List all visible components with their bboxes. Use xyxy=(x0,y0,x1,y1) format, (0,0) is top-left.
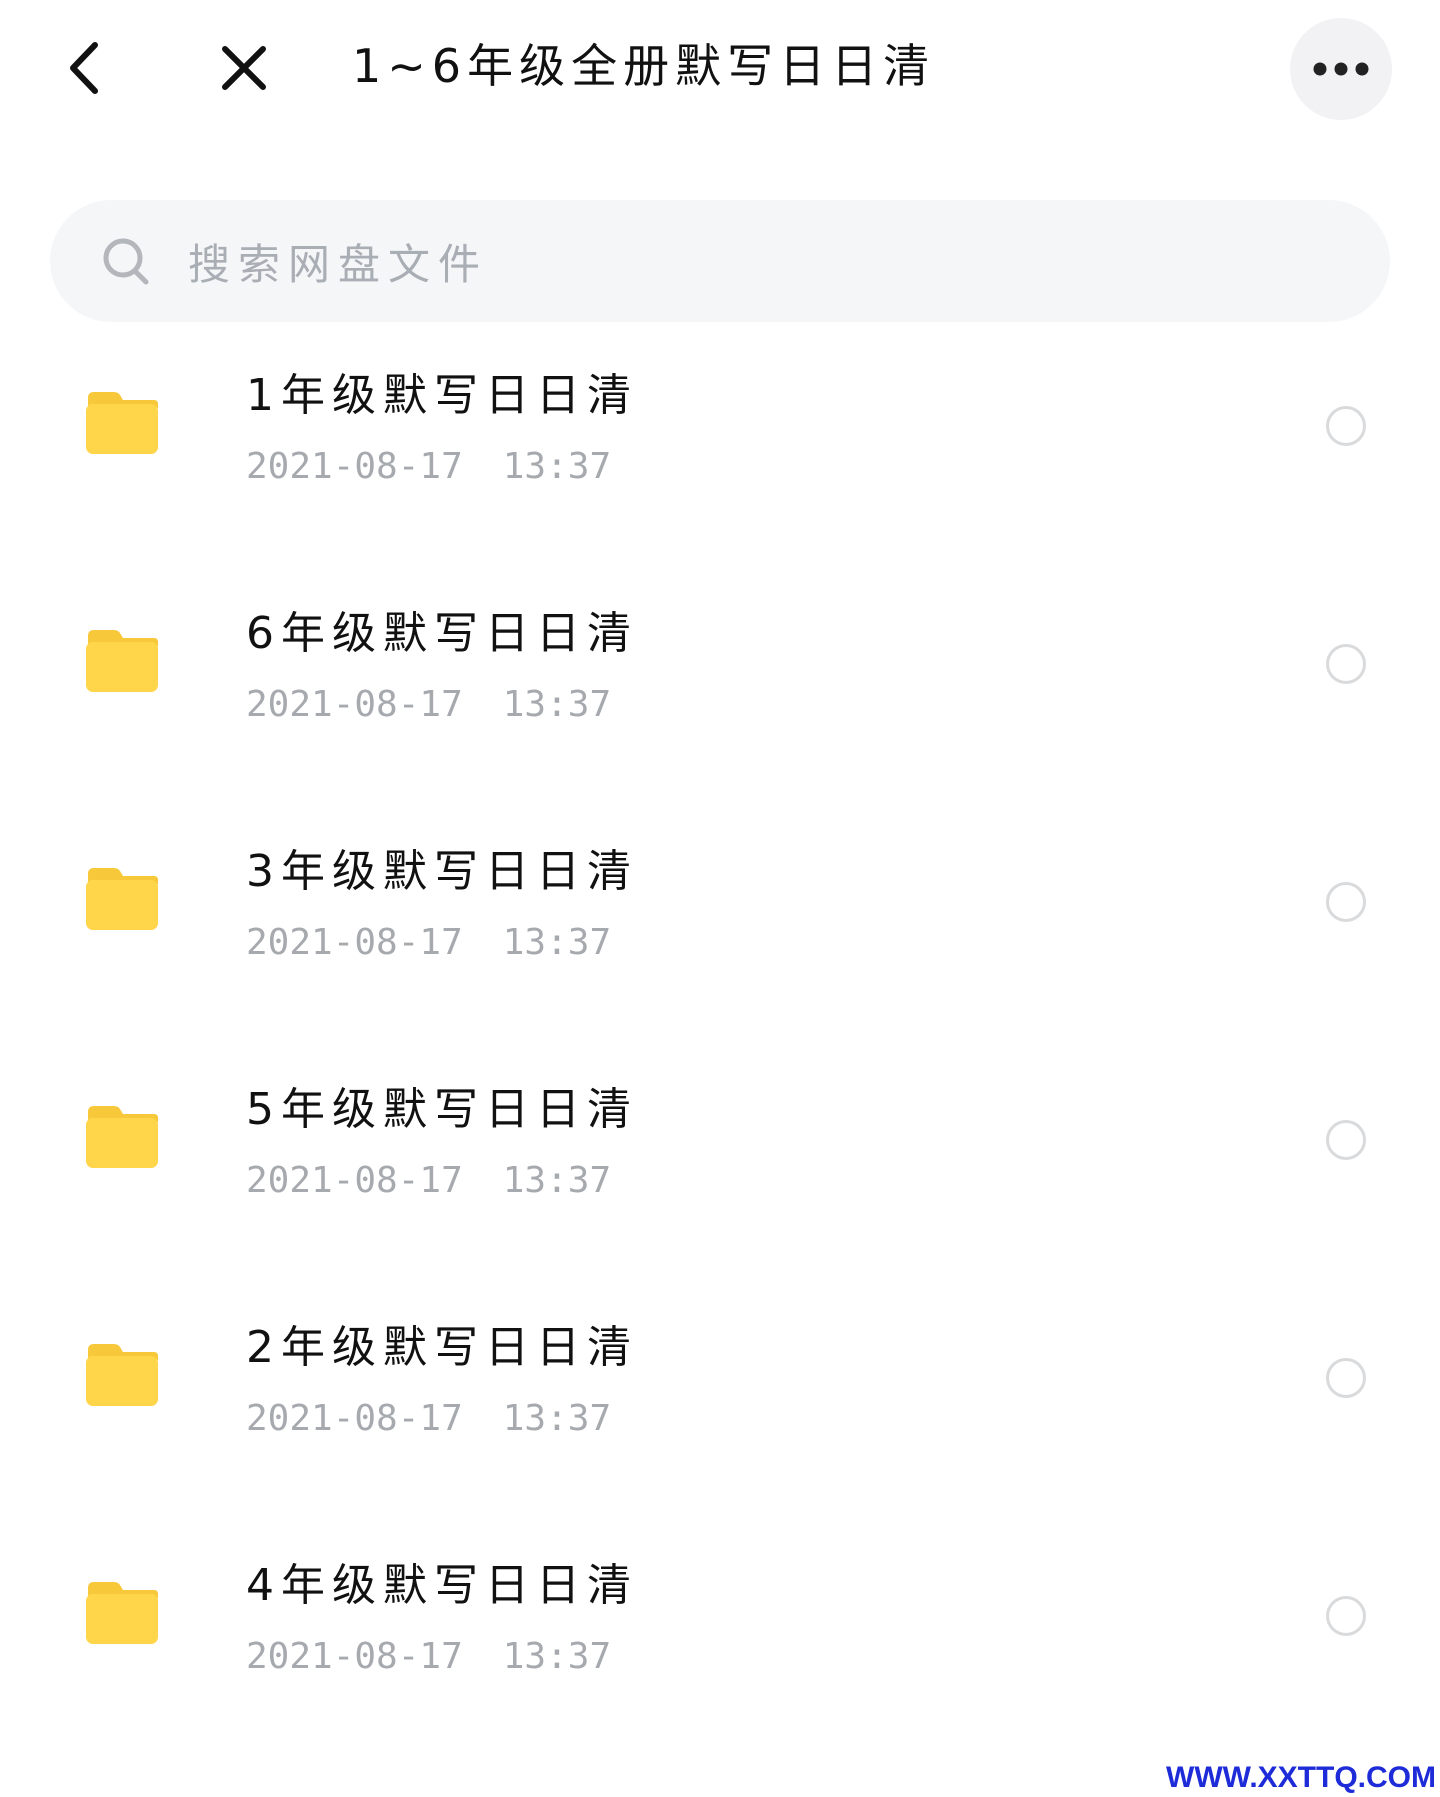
folder-icon xyxy=(86,1344,158,1406)
file-name: 5年级默写日日清 xyxy=(246,1084,638,1135)
top-bar: 1~6年级全册默写日日清 xyxy=(0,0,1440,140)
file-list: 1年级默写日日清 2021-08-17 13:37 6年级默写日日清 2021-0… xyxy=(0,340,1440,1768)
list-item[interactable]: 4年级默写日日清 2021-08-17 13:37 xyxy=(0,1530,1440,1768)
search-icon xyxy=(100,235,152,287)
file-meta: 2021-08-17 13:37 xyxy=(246,1394,611,1444)
file-meta: 2021-08-17 13:37 xyxy=(246,1632,611,1682)
list-item[interactable]: 2年级默写日日清 2021-08-17 13:37 xyxy=(0,1292,1440,1530)
file-meta: 2021-08-17 13:37 xyxy=(246,680,611,730)
file-name: 3年级默写日日清 xyxy=(246,846,638,897)
watermark-text: WWW.XXTTQ.COM xyxy=(1166,1761,1436,1794)
select-radio[interactable] xyxy=(1326,1596,1366,1636)
list-item[interactable]: 6年级默写日日清 2021-08-17 13:37 xyxy=(0,578,1440,816)
list-item[interactable]: 1年级默写日日清 2021-08-17 13:37 xyxy=(0,340,1440,578)
select-radio[interactable] xyxy=(1326,882,1366,922)
page-title: 1~6年级全册默写日日清 xyxy=(352,39,936,93)
file-date: 2021-08-17 xyxy=(246,922,463,963)
more-horizontal-icon xyxy=(1313,62,1369,76)
close-button[interactable] xyxy=(212,36,276,100)
back-button[interactable] xyxy=(56,36,112,100)
file-date: 2021-08-17 xyxy=(246,1636,463,1677)
file-time: 13:37 xyxy=(502,684,612,725)
list-item[interactable]: 5年级默写日日清 2021-08-17 13:37 xyxy=(0,1054,1440,1292)
file-time: 13:37 xyxy=(502,1636,612,1677)
search-placeholder: 搜索网盘文件 xyxy=(188,239,489,289)
file-name: 1年级默写日日清 xyxy=(246,370,638,421)
select-radio[interactable] xyxy=(1326,644,1366,684)
select-radio[interactable] xyxy=(1326,1358,1366,1398)
list-item[interactable]: 3年级默写日日清 2021-08-17 13:37 xyxy=(0,816,1440,1054)
folder-icon xyxy=(86,1582,158,1644)
file-meta: 2021-08-17 13:37 xyxy=(246,442,611,492)
folder-icon xyxy=(86,868,158,930)
file-time: 13:37 xyxy=(502,1160,612,1201)
file-time: 13:37 xyxy=(502,1398,612,1439)
file-name: 2年级默写日日清 xyxy=(246,1322,638,1373)
file-meta: 2021-08-17 13:37 xyxy=(246,918,611,968)
file-date: 2021-08-17 xyxy=(246,1398,463,1439)
file-name: 4年级默写日日清 xyxy=(246,1560,638,1611)
file-time: 13:37 xyxy=(502,922,612,963)
file-date: 2021-08-17 xyxy=(246,1160,463,1201)
select-radio[interactable] xyxy=(1326,406,1366,446)
file-date: 2021-08-17 xyxy=(246,446,463,487)
close-icon xyxy=(222,46,266,90)
file-meta: 2021-08-17 13:37 xyxy=(246,1156,611,1206)
file-name: 6年级默写日日清 xyxy=(246,608,638,659)
file-time: 13:37 xyxy=(502,446,612,487)
folder-icon xyxy=(86,630,158,692)
file-date: 2021-08-17 xyxy=(246,684,463,725)
more-button[interactable] xyxy=(1290,18,1392,120)
chevron-left-icon xyxy=(70,42,98,94)
select-radio[interactable] xyxy=(1326,1120,1366,1160)
search-input[interactable]: 搜索网盘文件 xyxy=(50,200,1390,322)
folder-icon xyxy=(86,392,158,454)
folder-icon xyxy=(86,1106,158,1168)
